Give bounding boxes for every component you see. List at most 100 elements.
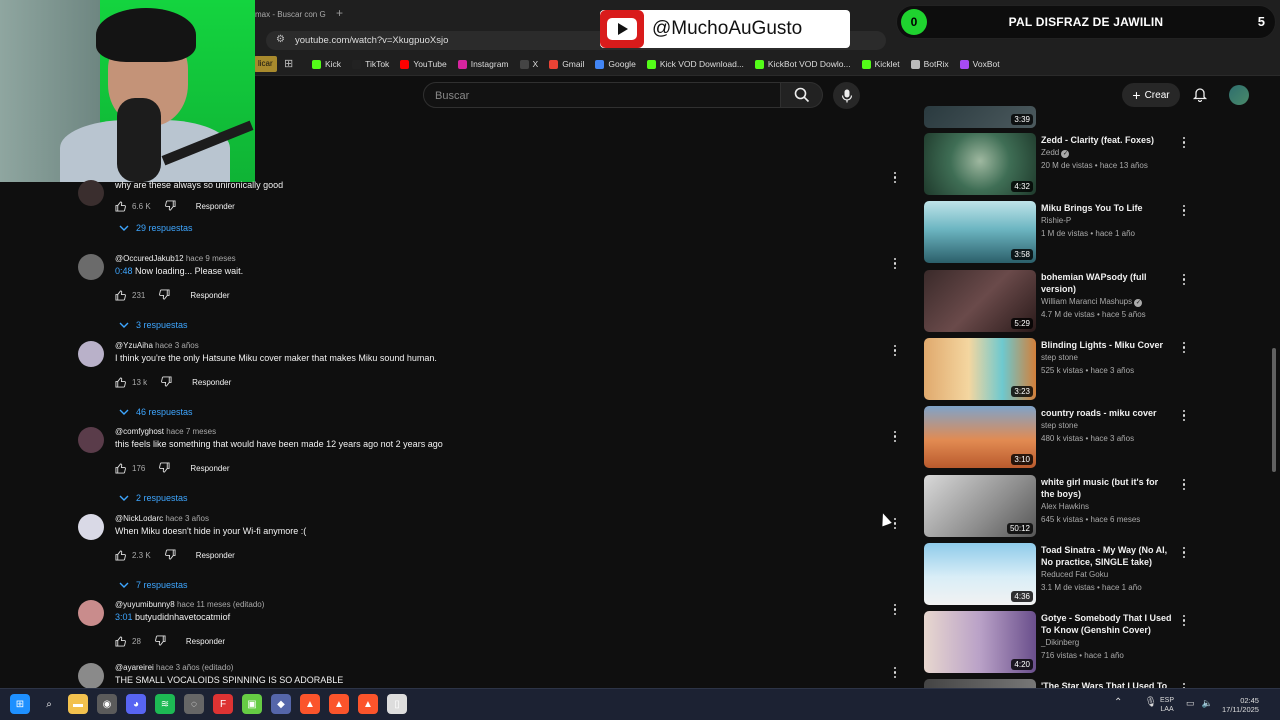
video-title[interactable]: Gotye - Somebody That I Used To Know (Ge…: [1041, 612, 1173, 636]
search-button[interactable]: [781, 82, 823, 108]
video-menu-button[interactable]: [1183, 340, 1186, 354]
clock[interactable]: 02:45 17/11/2025: [1222, 696, 1259, 714]
comment-menu-button[interactable]: [891, 170, 899, 184]
search-input[interactable]: Buscar: [423, 82, 781, 108]
document-icon[interactable]: ▯: [387, 694, 407, 714]
discord-icon[interactable]: ◕: [126, 694, 146, 714]
timestamp-link[interactable]: 3:01: [115, 612, 133, 622]
windows-start-icon[interactable]: ⊞: [10, 694, 30, 714]
dislike-button[interactable]: [154, 635, 166, 648]
bookmark-item[interactable]: Instagram: [457, 56, 509, 72]
app-icon[interactable]: ◆: [271, 694, 291, 714]
bookmark-item[interactable]: TikTok: [352, 56, 389, 72]
app-icon[interactable]: F: [213, 694, 233, 714]
chevron-up-icon[interactable]: ⌃: [1114, 697, 1122, 708]
like-button[interactable]: 28: [115, 636, 141, 647]
like-button[interactable]: 231: [115, 290, 145, 301]
dislike-button[interactable]: [161, 376, 172, 389]
view-replies-button[interactable]: 29 respuestas: [119, 223, 193, 233]
reply-button[interactable]: Responder: [196, 551, 235, 560]
video-thumbnail[interactable]: 3:10: [924, 406, 1036, 468]
comment-menu-button[interactable]: [891, 256, 899, 270]
video-thumbnail[interactable]: 3:39: [924, 106, 1036, 128]
bookmark-item[interactable]: Kicklet: [861, 56, 900, 72]
notifications-button[interactable]: [1192, 86, 1208, 107]
bookmark-item[interactable]: licar: [254, 56, 277, 72]
video-menu-button[interactable]: [1183, 613, 1186, 627]
video-channel[interactable]: step stone: [1041, 421, 1078, 430]
view-replies-button[interactable]: 3 respuestas: [119, 320, 188, 330]
dislike-button[interactable]: [159, 289, 170, 302]
account-avatar[interactable]: [1229, 85, 1249, 105]
view-replies-button[interactable]: 7 respuestas: [119, 580, 188, 590]
obs-icon[interactable]: ◉: [97, 694, 117, 714]
bookmark-item[interactable]: KickBot VOD Dowlo...: [754, 56, 851, 72]
speaker-icon[interactable]: 🔈: [1202, 698, 1213, 709]
avatar[interactable]: [78, 341, 104, 367]
like-button[interactable]: 13 k: [115, 377, 147, 388]
video-menu-button[interactable]: [1183, 135, 1186, 149]
comment-time[interactable]: hace 3 años: [165, 514, 209, 523]
spotify-icon[interactable]: ≋: [155, 694, 175, 714]
display-icon[interactable]: ▭: [1186, 698, 1195, 709]
video-channel[interactable]: Zedd ✓: [1041, 148, 1070, 158]
app-icon[interactable]: ▣: [242, 694, 262, 714]
create-button[interactable]: + Crear: [1122, 83, 1180, 107]
video-channel[interactable]: Alex Hawkins: [1041, 502, 1089, 511]
view-replies-button[interactable]: 2 respuestas: [119, 493, 188, 503]
reply-button[interactable]: Responder: [190, 291, 229, 300]
video-thumbnail[interactable]: 3:23: [924, 338, 1036, 400]
related-video[interactable]: 3:39: [924, 106, 1194, 128]
dislike-button[interactable]: [159, 462, 170, 475]
search-icon[interactable]: ⌕: [39, 694, 59, 714]
video-channel[interactable]: _Dikinberg: [1041, 638, 1079, 647]
timestamp-link[interactable]: 0:48: [115, 266, 133, 276]
file-explorer-icon[interactable]: ▬: [68, 694, 88, 714]
video-thumbnail[interactable]: 4:32: [924, 133, 1036, 195]
avatar[interactable]: [78, 254, 104, 280]
site-info-icon[interactable]: ⚙: [276, 34, 285, 45]
video-title[interactable]: Toad Sinatra - My Way (No AI, No practic…: [1041, 544, 1173, 568]
related-video[interactable]: 3:23 Blinding Lights - Miku Cover step sto…: [924, 338, 1194, 402]
like-button[interactable]: 2.3 K: [115, 550, 151, 561]
avatar[interactable]: [78, 514, 104, 540]
brave-icon[interactable]: ▲: [329, 694, 349, 714]
comment-menu-button[interactable]: [891, 429, 899, 443]
like-button[interactable]: 176: [115, 463, 145, 474]
bookmark-item[interactable]: X: [519, 56, 538, 72]
video-menu-button[interactable]: [1183, 545, 1186, 559]
video-thumbnail[interactable]: 5:29: [924, 270, 1036, 332]
video-thumbnail[interactable]: 50:12: [924, 475, 1036, 537]
related-video[interactable]: 5:29 bohemian WAPsody (full version) Willi…: [924, 270, 1194, 334]
avatar[interactable]: [78, 427, 104, 453]
video-title[interactable]: white girl music (but it's for the boys): [1041, 476, 1173, 500]
browser-tab[interactable]: max - Buscar con G: [250, 4, 332, 26]
microphone-icon[interactable]: 🎙: [1144, 697, 1157, 708]
video-thumbnail[interactable]: 4:36: [924, 543, 1036, 605]
reply-button[interactable]: Responder: [196, 202, 235, 211]
video-menu-button[interactable]: [1183, 272, 1186, 286]
voice-search-button[interactable]: [833, 82, 860, 109]
video-channel[interactable]: William Maranci Mashups ✓: [1041, 297, 1143, 307]
comment-author[interactable]: @OccuredJakub12: [115, 254, 184, 263]
video-menu-button[interactable]: [1183, 203, 1186, 217]
scrollbar-thumb[interactable]: [1272, 348, 1276, 472]
comment-author[interactable]: @ayareirei: [115, 663, 154, 672]
language-indicator[interactable]: ESP LAA: [1160, 696, 1174, 714]
app-icon[interactable]: ◌: [184, 694, 204, 714]
brave-icon[interactable]: ▲: [358, 694, 378, 714]
view-replies-button[interactable]: 46 respuestas: [119, 407, 193, 417]
video-title[interactable]: Blinding Lights - Miku Cover: [1041, 339, 1173, 351]
video-channel[interactable]: step stone: [1041, 353, 1078, 362]
video-menu-button[interactable]: [1183, 477, 1186, 491]
related-video[interactable]: 3:58 Miku Brings You To Life Rishie-P 1 M d…: [924, 201, 1194, 265]
related-video[interactable]: 4:32 Zedd - Clarity (feat. Foxes) Zedd ✓ 20…: [924, 133, 1194, 197]
comment-menu-button[interactable]: [891, 343, 899, 357]
reply-button[interactable]: Responder: [186, 637, 225, 646]
bookmark-item[interactable]: BotRix: [910, 56, 949, 72]
comment-time[interactable]: hace 3 años: [155, 341, 199, 350]
avatar[interactable]: [78, 663, 104, 689]
reply-button[interactable]: Responder: [190, 464, 229, 473]
bookmark-item[interactable]: YouTube: [400, 56, 447, 72]
dislike-button[interactable]: [164, 200, 176, 213]
